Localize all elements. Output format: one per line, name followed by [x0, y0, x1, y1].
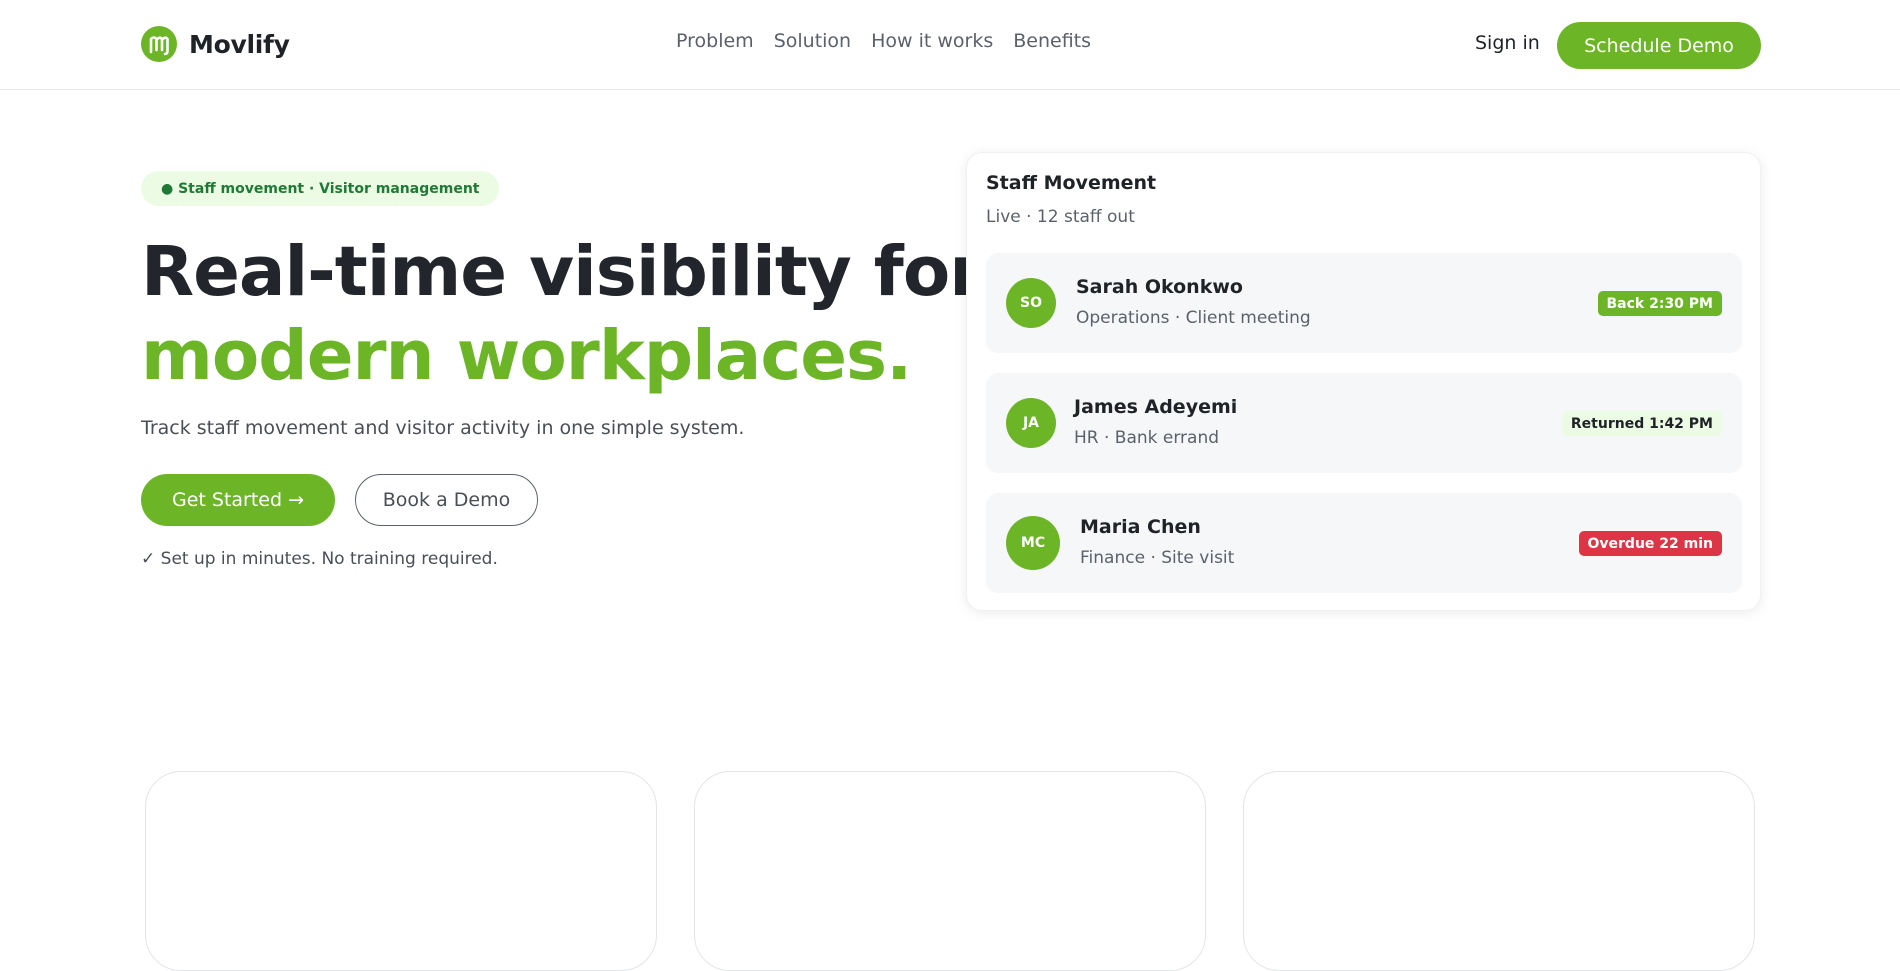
staff-meta: HR · Bank errand [1074, 428, 1220, 448]
get-started-button[interactable]: Get Started → [141, 474, 335, 526]
avatar: JA [1006, 398, 1056, 448]
hero-title: Real-time visibility for modern workplac… [141, 230, 983, 398]
staff-row[interactable]: SO Sarah Okonkwo Operations · Client mee… [986, 253, 1742, 353]
nav-link-how-it-works[interactable]: How it works [871, 30, 993, 52]
book-demo-button[interactable]: Book a Demo [355, 474, 538, 526]
setup-note: ✓ Set up in minutes. No training require… [141, 549, 498, 569]
brand-logo[interactable]: Movlify [141, 26, 290, 62]
feature-pill: ● Staff movement · Visitor management [141, 171, 500, 206]
staff-meta: Operations · Client meeting [1076, 308, 1311, 328]
avatar: MC [1006, 516, 1060, 570]
status-badge: Back 2:30 PM [1597, 291, 1722, 316]
main-nav: Problem Solution How it works Benefits [676, 30, 1091, 52]
feature-card [1243, 771, 1755, 971]
brand-name: Movlify [189, 29, 290, 59]
staff-name: Maria Chen [1080, 516, 1201, 538]
feature-card [694, 771, 1206, 971]
nav-link-problem[interactable]: Problem [676, 30, 754, 52]
hero-title-line-2: modern workplaces. [141, 316, 912, 396]
hero-subtitle: Track staff movement and visitor activit… [141, 417, 745, 439]
staff-name: James Adeyemi [1074, 396, 1238, 418]
nav-link-solution[interactable]: Solution [774, 30, 851, 52]
schedule-demo-button[interactable]: Schedule Demo [1557, 22, 1761, 69]
staff-name: Sarah Okonkwo [1076, 276, 1243, 298]
staff-meta: Finance · Site visit [1080, 548, 1235, 568]
staff-row[interactable]: JA James Adeyemi HR · Bank errand Return… [986, 373, 1742, 473]
feature-card [145, 771, 657, 971]
status-badge: Returned 1:42 PM [1561, 411, 1722, 436]
hero-title-line-1: Real-time visibility for [141, 232, 983, 312]
movlify-logo-icon [141, 26, 177, 62]
card-subtitle: Live · 12 staff out [986, 207, 1135, 227]
card-title: Staff Movement [986, 172, 1157, 194]
nav-link-benefits[interactable]: Benefits [1013, 30, 1091, 52]
staff-movement-card: Staff Movement Live · 12 staff out SO Sa… [966, 152, 1761, 611]
avatar: SO [1006, 278, 1056, 328]
staff-row[interactable]: MC Maria Chen Finance · Site visit Overd… [986, 493, 1742, 593]
status-badge: Overdue 22 min [1578, 531, 1722, 556]
site-header: Movlify Problem Solution How it works Be… [0, 0, 1900, 90]
sign-in-link[interactable]: Sign in [1475, 32, 1540, 54]
